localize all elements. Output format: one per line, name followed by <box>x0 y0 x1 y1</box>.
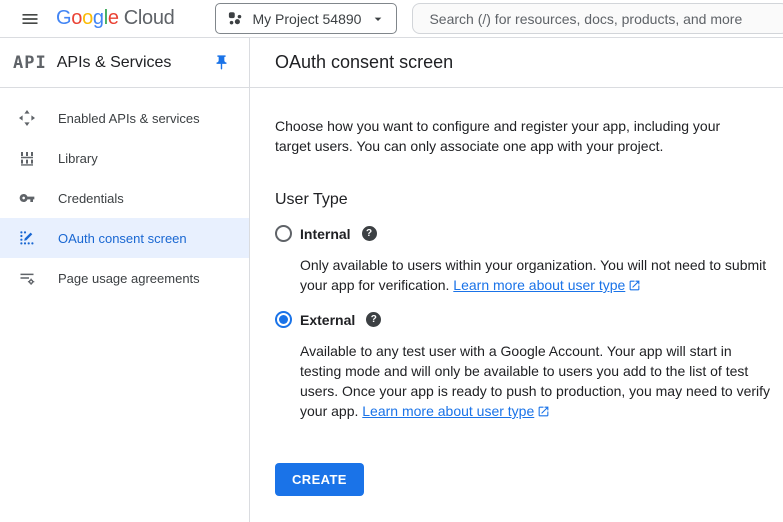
sidebar-item-oauth-consent[interactable]: OAuth consent screen <box>0 218 249 258</box>
apis-services-icon <box>19 110 35 126</box>
sidebar-item-enabled-apis[interactable]: Enabled APIs & services <box>0 98 249 138</box>
page-usage-icon <box>19 270 35 286</box>
external-radio-label[interactable]: External <box>300 312 355 328</box>
main-panel: OAuth consent screen Choose how you want… <box>250 38 783 522</box>
logo-cloud-text: Cloud <box>123 7 175 29</box>
sidebar-item-page-usage[interactable]: Page usage agreements <box>0 258 249 298</box>
hamburger-menu-icon[interactable] <box>12 1 48 37</box>
user-type-heading: User Type <box>275 191 348 208</box>
sidebar-item-label: Page usage agreements <box>58 270 200 286</box>
page-title: OAuth consent screen <box>275 52 454 72</box>
logo-letter: o <box>71 7 83 29</box>
learn-more-link[interactable]: Learn more about user type <box>362 403 534 419</box>
internal-description: Only available to users within your orga… <box>300 255 772 295</box>
logo-letter: o <box>82 7 93 29</box>
logo-letter: g <box>92 7 104 29</box>
external-link-icon <box>629 280 640 291</box>
sidebar-header: API APIs & Services <box>0 38 249 88</box>
main-content: Choose how you want to configure and reg… <box>250 88 783 496</box>
intro-text: Choose how you want to configure and reg… <box>275 118 721 154</box>
sidebar-item-label: Library <box>58 150 98 166</box>
sidebar-item-library[interactable]: Library <box>0 138 249 178</box>
project-selector-label: My Project 54890 <box>252 10 362 27</box>
main-titlebar: OAuth consent screen <box>250 38 783 88</box>
user-type-option-external: External ? <box>275 311 763 328</box>
sidebar-item-credentials[interactable]: Credentials <box>0 178 249 218</box>
sidebar: API APIs & Services Enabled APIs & servi… <box>0 38 250 522</box>
key-icon <box>19 190 35 206</box>
user-type-option-internal: Internal ? <box>275 225 763 242</box>
help-icon[interactable]: ? <box>361 226 377 241</box>
oauth-consent-icon <box>19 230 35 246</box>
library-icon <box>19 150 35 166</box>
sidebar-item-label: OAuth consent screen <box>58 230 187 246</box>
logo-letter: e <box>107 7 119 29</box>
push-pin-icon[interactable] <box>207 49 235 77</box>
external-description: Available to any test user with a Google… <box>300 341 772 421</box>
sidebar-item-label: Credentials <box>58 190 124 206</box>
learn-more-link[interactable]: Learn more about user type <box>453 277 625 293</box>
top-header: Google Cloud My Project 54890 <box>0 0 783 38</box>
internal-radio-label[interactable]: Internal <box>300 226 351 242</box>
logo-letter: G <box>56 7 72 29</box>
project-grid-icon <box>228 12 241 25</box>
api-product-icon: API <box>13 52 47 73</box>
create-button[interactable]: CREATE <box>275 463 364 496</box>
sidebar-nav: Enabled APIs & services Library Credenti… <box>0 88 249 298</box>
google-cloud-logo[interactable]: Google Cloud <box>56 7 175 30</box>
sidebar-item-label: Enabled APIs & services <box>58 110 200 126</box>
hamburger-menu-icon <box>22 13 38 24</box>
push-pin-icon <box>216 55 226 70</box>
external-link-icon <box>538 406 549 417</box>
chevron-down-icon <box>375 17 382 21</box>
project-selector[interactable]: My Project 54890 <box>214 3 398 34</box>
search-input[interactable] <box>412 3 783 34</box>
help-icon[interactable]: ? <box>366 312 382 327</box>
sidebar-title: APIs & Services <box>56 53 172 71</box>
internal-radio[interactable] <box>275 225 292 242</box>
external-radio[interactable] <box>275 311 292 328</box>
